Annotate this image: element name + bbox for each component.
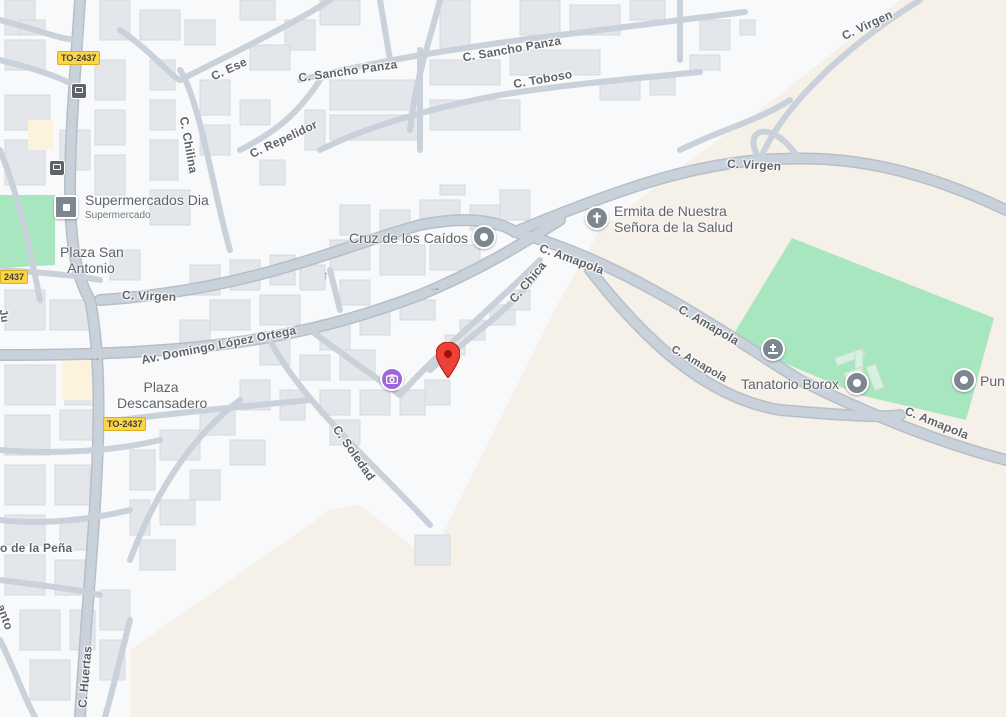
place-pin-icon[interactable]: [952, 368, 976, 392]
plaza-descansadero-line1: Plaza: [143, 379, 179, 395]
plaza-san-antonio-line1: Plaza San: [60, 244, 124, 260]
poi-supermercados-category: Supermercado: [85, 210, 151, 221]
road-shield-to2437-top: TO-2437: [57, 51, 101, 65]
poi-supermercados-name: Supermercados Dia: [85, 192, 209, 208]
poi-plaza-descansadero[interactable]: Plaza Descansadero: [117, 379, 208, 411]
road-shield-to2437-left: 2437: [0, 270, 29, 284]
road-shield-to2437-bottom: TO-2437: [103, 417, 147, 431]
one-way-arrow: ↑: [323, 268, 329, 282]
street-de-la-pena: o de la Peña: [0, 541, 73, 555]
cross-icon[interactable]: ✝: [585, 206, 609, 230]
one-way-arrow: →: [429, 280, 441, 294]
poi-plaza-san-antonio[interactable]: Plaza San Antonio: [60, 244, 124, 276]
cemetery-icon[interactable]: [761, 337, 785, 361]
map-marker-icon[interactable]: [436, 342, 460, 378]
one-way-arrow: →: [89, 350, 101, 364]
poi-cruz-de-los-caidos[interactable]: Cruz de los Caídos: [349, 230, 468, 246]
place-pin-icon[interactable]: [472, 225, 496, 249]
poi-tanatorio-borox[interactable]: Tanatorio Borox: [741, 376, 839, 392]
bus-icon[interactable]: [49, 160, 65, 176]
plaza-block-2: [28, 120, 53, 150]
street-c-virgen-left: C. Virgen: [121, 288, 177, 304]
place-pin-icon[interactable]: [54, 195, 78, 219]
street-c-virgen-right: C. Virgen: [726, 156, 782, 174]
plaza-san-antonio-line2: Antonio: [67, 260, 115, 276]
place-pin-icon[interactable]: [845, 371, 869, 395]
bus-icon[interactable]: [71, 83, 87, 99]
ermita-line1: Ermita de Nuestra: [614, 203, 727, 219]
poi-pun[interactable]: Pun: [980, 373, 1005, 389]
ermita-line2: Señora de la Salud: [614, 219, 734, 235]
plaza-descansadero-line2: Descansadero: [117, 395, 208, 411]
poi-ermita[interactable]: Ermita de Nuestra Señora de la Salud: [614, 203, 733, 235]
camera-icon[interactable]: [380, 367, 404, 391]
poi-supermercados-dia[interactable]: Supermercados Dia Supermercado: [85, 192, 209, 224]
